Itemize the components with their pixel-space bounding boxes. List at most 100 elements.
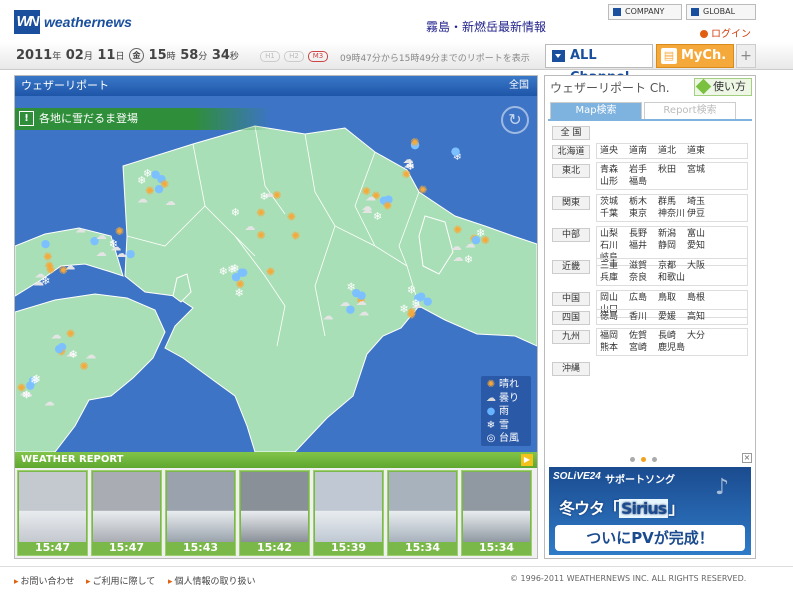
report-thumbnail[interactable]: 15:42 — [239, 470, 310, 556]
cloud-icon[interactable]: ☁ — [35, 268, 46, 281]
prefecture-link[interactable]: 長野 — [629, 228, 658, 240]
report-thumbnail[interactable]: 15:34 — [461, 470, 532, 556]
raindrop-icon[interactable]: ● — [351, 286, 361, 299]
prefecture-link[interactable]: 道南 — [629, 145, 658, 157]
raindrop-icon[interactable]: ● — [451, 145, 461, 158]
region-button[interactable]: 四国 — [552, 311, 590, 325]
region-button[interactable]: 北海道 — [552, 145, 590, 159]
cloud-icon[interactable]: ☁ — [453, 251, 464, 264]
snowflake-icon[interactable]: ❄ — [109, 238, 118, 251]
prefecture-link[interactable]: 香川 — [629, 311, 658, 323]
cloud-icon[interactable]: ☁ — [365, 191, 376, 204]
raindrop-icon[interactable]: ● — [151, 167, 161, 180]
report-thumbnail[interactable]: 15:34 — [387, 470, 458, 556]
sun-icon[interactable]: ✺ — [453, 224, 462, 237]
sun-icon[interactable]: ✺ — [410, 136, 419, 149]
report-thumbnail[interactable]: 15:39 — [313, 470, 384, 556]
prefecture-link[interactable]: 富山 — [687, 228, 716, 240]
cloud-icon[interactable]: ☁ — [96, 229, 107, 242]
report-thumbnail[interactable]: 15:47 — [17, 470, 88, 556]
sun-icon[interactable]: ✺ — [272, 189, 281, 202]
prefecture-link[interactable]: 東京 — [629, 208, 658, 220]
close-icon[interactable]: × — [742, 453, 752, 463]
sun-icon[interactable]: ✺ — [287, 211, 296, 224]
cloud-icon[interactable]: ☁ — [137, 192, 148, 205]
raindrop-icon[interactable]: ● — [154, 182, 164, 195]
sun-icon[interactable]: ✺ — [418, 183, 427, 196]
snowflake-icon[interactable]: ❄ — [30, 374, 39, 387]
prefecture-link[interactable]: 茨城 — [600, 196, 629, 208]
prefecture-link[interactable]: 岡山 — [600, 292, 629, 304]
tab-report-search[interactable]: Report検索 — [644, 102, 736, 120]
prefecture-link[interactable]: 道央 — [600, 145, 629, 157]
region-button[interactable]: 沖縄 — [552, 362, 590, 376]
cloud-icon[interactable]: ☁ — [51, 328, 62, 341]
prefecture-link[interactable]: 伊豆 — [687, 208, 716, 220]
cloud-icon[interactable]: ☁ — [451, 240, 462, 253]
prefecture-link[interactable]: 徳島 — [600, 311, 629, 323]
report-thumbnail[interactable]: 15:43 — [165, 470, 236, 556]
prefecture-link[interactable]: 福岡 — [600, 330, 629, 342]
all-channel-tab[interactable]: ALL Channel — [545, 44, 653, 85]
weather-map[interactable]: ☁ ✺ ✺ ☁ ❄ ✺ ❄ ✺ ✺ ✺ ❄ ● ❄ ● ✺ ● ❄ ❄ ☁ ☁ ● ☁ ☁ ✺ ☁ ● ❄ ✺ ✺ ❄ ✺ ☁ ☁ ☁ ● ✺ ❄ ● ✺ ●… — [15, 96, 537, 452]
prefecture-link[interactable]: 栃木 — [629, 196, 658, 208]
prefecture-link[interactable]: 宮崎 — [629, 342, 658, 354]
sun-icon[interactable]: ✺ — [45, 259, 54, 272]
snowflake-icon[interactable]: ❄ — [464, 253, 473, 266]
news-banner[interactable]: ! 各地に雪だるま登場 — [15, 108, 271, 130]
report-thumbnail[interactable]: 15:47 — [91, 470, 162, 556]
prefecture-link[interactable]: 愛媛 — [658, 311, 687, 323]
prefecture-link[interactable]: 愛知 — [687, 240, 716, 252]
raindrop-icon[interactable]: ● — [126, 247, 136, 260]
cloud-icon[interactable]: ☁ — [165, 195, 176, 208]
prefecture-link[interactable]: 奈良 — [629, 272, 658, 284]
sun-icon[interactable]: ✺ — [59, 264, 68, 277]
refresh-icon[interactable]: ↻ — [501, 106, 529, 134]
region-button[interactable]: 中国 — [552, 292, 590, 306]
snowflake-icon[interactable]: ❄ — [234, 286, 243, 299]
region-button[interactable]: 東北 — [552, 164, 590, 178]
prefecture-link[interactable]: 岩手 — [629, 164, 658, 176]
region-button[interactable]: 中部 — [552, 228, 590, 242]
add-tab-button[interactable]: + — [736, 44, 756, 68]
carousel-dots[interactable] — [630, 454, 663, 465]
cloud-icon[interactable]: ☁ — [75, 222, 86, 235]
raindrop-icon[interactable]: ● — [423, 295, 433, 308]
prefecture-link[interactable]: 広島 — [629, 292, 658, 304]
tab-map-search[interactable]: Map検索 — [550, 102, 642, 120]
prefecture-link[interactable]: 山形 — [600, 176, 629, 188]
sun-icon[interactable]: ✺ — [407, 309, 416, 322]
snowflake-icon[interactable]: ❄ — [407, 284, 416, 297]
prefecture-link[interactable]: 秋田 — [658, 164, 687, 176]
global-button[interactable]: GLOBAL — [686, 4, 756, 20]
cloud-icon[interactable]: ☁ — [44, 395, 55, 408]
region-button[interactable]: 全 国 — [552, 126, 590, 140]
prefecture-link[interactable]: 宮城 — [687, 164, 716, 176]
snowflake-icon[interactable]: ❄ — [69, 348, 78, 361]
my-channel-tab[interactable]: ▤ MyCh. — [656, 44, 734, 68]
m3-toggle[interactable]: M3 — [308, 51, 328, 62]
howto-button[interactable]: 使い方 — [694, 78, 752, 96]
prefecture-link[interactable]: 三重 — [600, 260, 629, 272]
carousel-dot[interactable] — [652, 457, 657, 462]
ad-banner[interactable]: SOLiVE24 サポートソング 冬ウタ「 Sirius」 ♪ ついにPVが完成！ — [549, 467, 751, 555]
raindrop-icon[interactable]: ● — [471, 233, 481, 246]
snowflake-icon[interactable]: ❄ — [259, 190, 268, 203]
region-button[interactable]: 関東 — [552, 196, 590, 210]
snowflake-icon[interactable]: ❄ — [22, 389, 31, 402]
logo-icon[interactable]: WN — [14, 10, 40, 34]
carousel-dot-active[interactable] — [641, 457, 646, 462]
prefecture-link[interactable]: 長崎 — [658, 330, 687, 342]
cloud-icon[interactable]: ☁ — [358, 305, 369, 318]
sun-icon[interactable]: ✺ — [383, 200, 392, 213]
prefecture-link[interactable]: 福島 — [629, 176, 658, 188]
headline-link[interactable]: 霧島・新燃岳最新情報 — [426, 18, 546, 35]
prefecture-link[interactable]: 福井 — [629, 240, 658, 252]
prefecture-link[interactable]: 島根 — [687, 292, 716, 304]
raindrop-icon[interactable]: ● — [346, 303, 356, 316]
prefecture-link[interactable]: 大分 — [687, 330, 716, 342]
h2-toggle[interactable]: H2 — [284, 51, 304, 62]
privacy-link[interactable]: ▸ 個人情報の取り扱い — [168, 574, 256, 587]
login-link[interactable]: ログイン — [700, 25, 751, 40]
sun-icon[interactable]: ✺ — [256, 206, 265, 219]
